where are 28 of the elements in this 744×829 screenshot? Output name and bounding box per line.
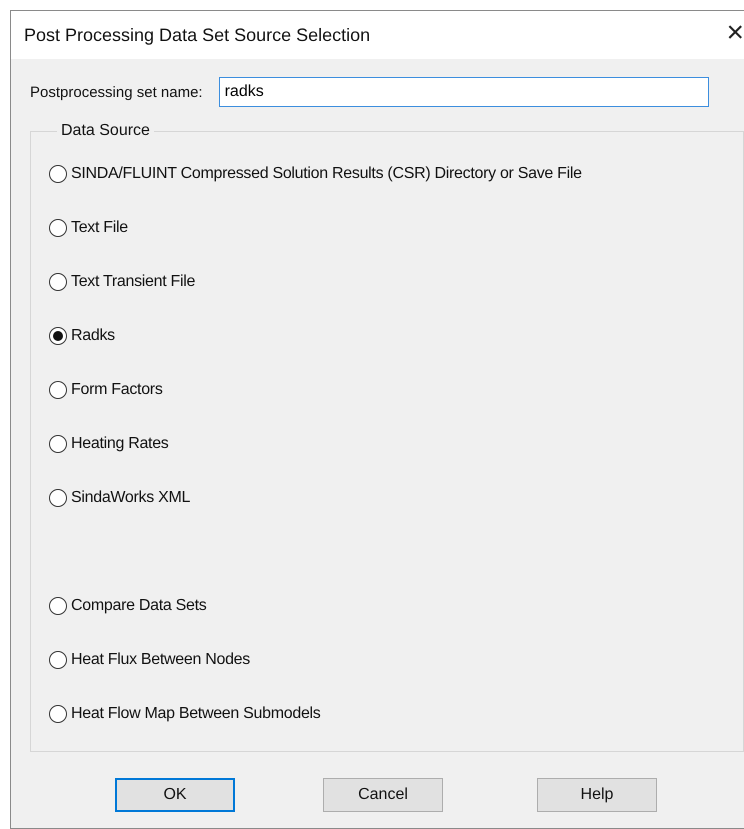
option-label[interactable]: Text File [71,219,128,237]
window-title: Post Processing Data Set Source Selection [24,24,370,46]
radio-button[interactable] [49,435,67,453]
group-legend: Data Source [57,122,154,140]
option-label[interactable]: Heat Flow Map Between Submodels [71,705,320,723]
radio-button[interactable] [49,651,67,669]
field-label: Postprocessing set name: [30,84,203,100]
dialog-button[interactable]: Cancel [323,778,443,812]
option-label[interactable]: Compare Data Sets [71,597,206,615]
radio-button[interactable] [49,489,67,507]
option-label[interactable]: Radks [71,327,115,345]
dialog-button[interactable]: Help [537,778,657,812]
radio-button[interactable] [49,381,67,399]
radio-button[interactable] [49,705,67,723]
radio-button[interactable] [49,273,67,291]
option-label[interactable]: Form Factors [71,381,163,399]
radio-button[interactable] [49,327,67,345]
option-label[interactable]: Heat Flux Between Nodes [71,651,250,669]
ok-button[interactable]: OK [115,778,235,812]
radio-button[interactable] [49,165,67,183]
set-name-field[interactable]: radks [218,77,709,107]
close-button[interactable]: × [726,18,744,52]
option-label[interactable]: SINDA/FLUINT Compressed Solution Results (CSR) Directory or Save File [71,165,582,183]
radio-button[interactable] [49,219,67,237]
option-label[interactable]: Heating Rates [71,435,168,453]
radio-button[interactable] [49,597,67,615]
option-label[interactable]: SindaWorks XML [71,489,190,507]
option-label[interactable]: Text Transient File [71,273,196,291]
